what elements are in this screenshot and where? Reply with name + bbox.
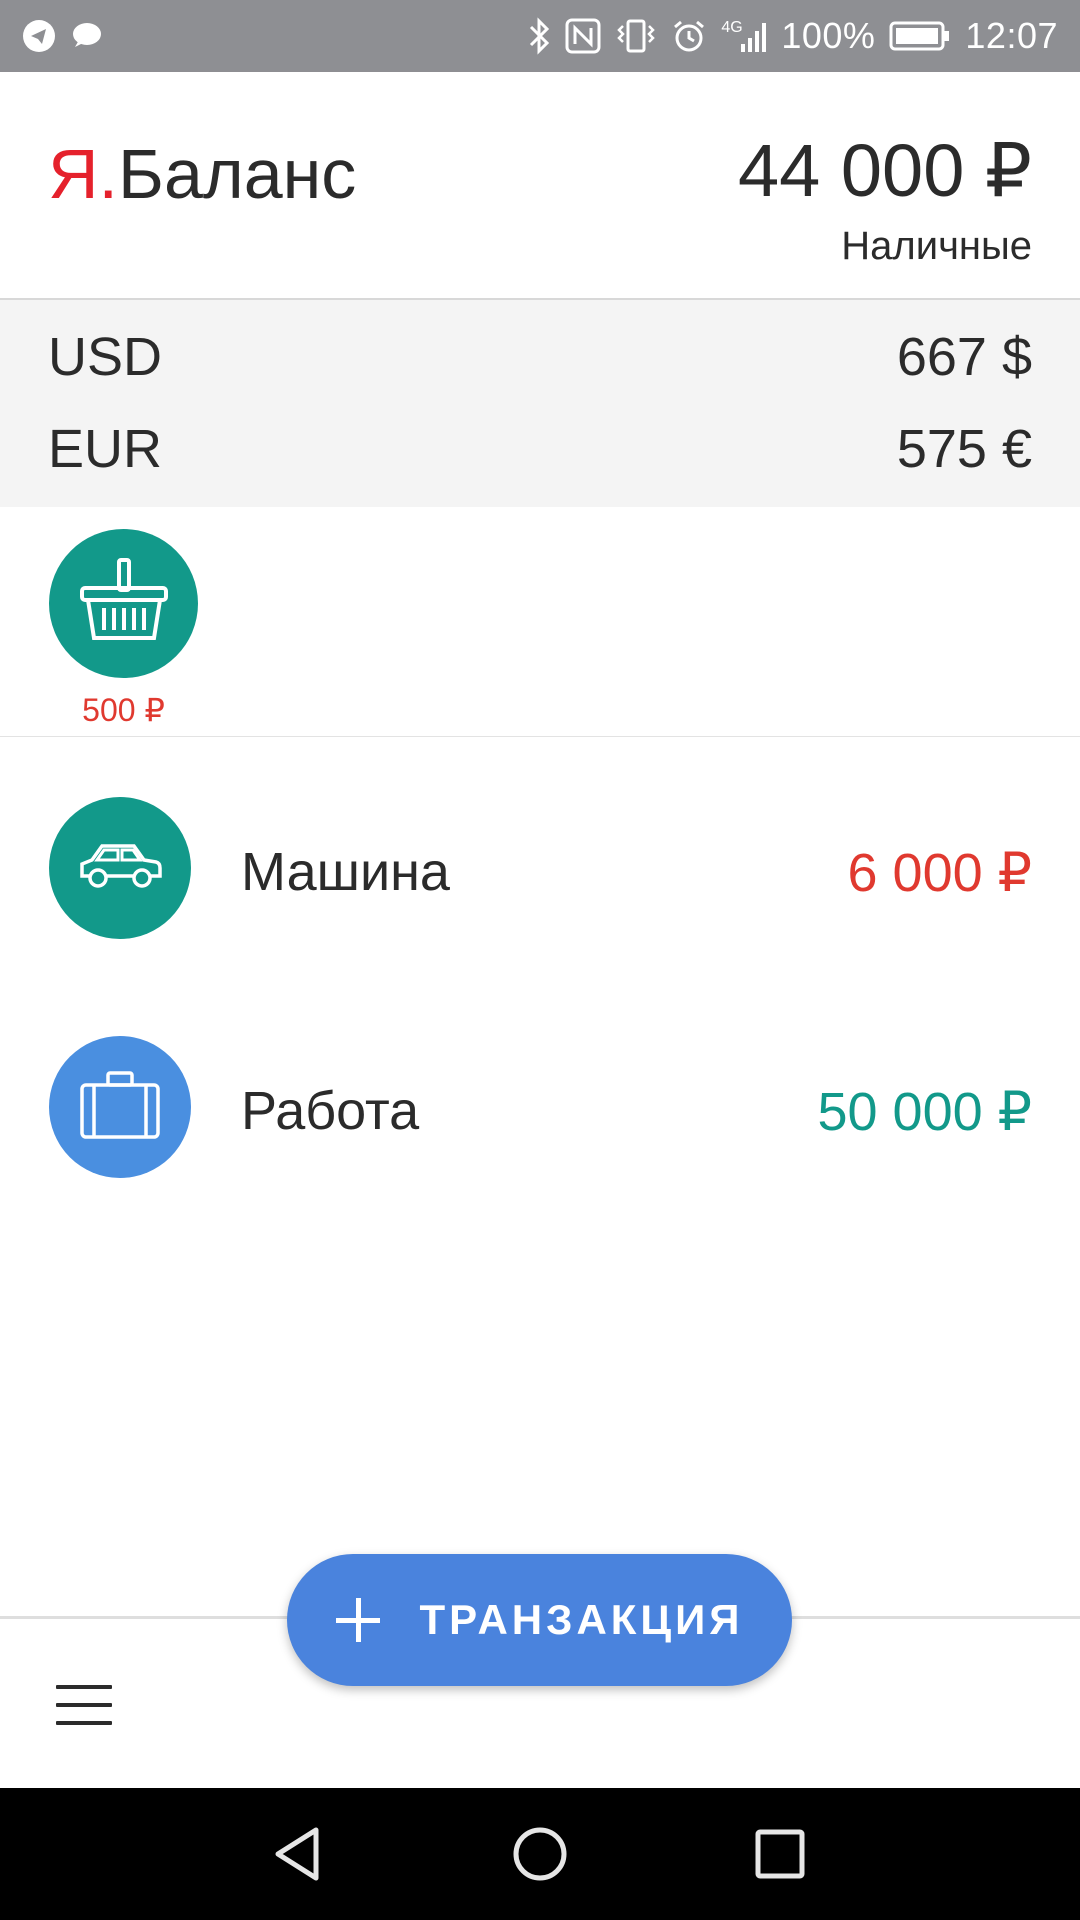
battery-icon: [889, 20, 951, 52]
expense-bubble-shopping[interactable]: [49, 529, 198, 678]
battery-percent: 100%: [781, 15, 876, 56]
list-item[interactable]: Работа 50 000 ₽: [0, 996, 1080, 1196]
currency-amount: 667 $: [896, 327, 1032, 387]
currency-code: EUR: [48, 419, 163, 479]
app-logo: Я.Баланс: [48, 134, 356, 214]
category-label: Работа: [241, 1081, 420, 1141]
currency-row-usd: USD 667 $: [48, 326, 1032, 406]
recents-icon[interactable]: [750, 1824, 810, 1884]
hamburger-menu-icon[interactable]: [56, 1685, 112, 1727]
total-balance[interactable]: 44 000 ₽: [738, 128, 1032, 214]
currency-row-eur: EUR 575 €: [48, 418, 1032, 498]
expense-bubble-amount: 500 ₽: [82, 692, 165, 728]
brand-name: Баланс: [118, 135, 357, 213]
status-left-icons: [22, 18, 102, 54]
balance-header: Я.Баланс 44 000 ₽ Наличные: [0, 72, 1080, 301]
system-nav-bar: [0, 1788, 1080, 1920]
clock: 12:07: [965, 15, 1058, 56]
vibrate-icon: [615, 18, 657, 54]
category-amount: 50 000 ₽: [817, 1082, 1032, 1142]
list-item[interactable]: Машина 6 000 ₽: [0, 757, 1080, 957]
back-icon[interactable]: [268, 1824, 328, 1884]
shopping-basket-icon: [78, 558, 170, 649]
add-transaction-label: ТРАНЗАКЦИЯ: [419, 1596, 744, 1643]
category-amount: 6 000 ₽: [847, 843, 1033, 903]
currency-amount: 575 €: [896, 419, 1032, 479]
category-icon-circle: [49, 797, 191, 939]
signal-icon: 4G: [721, 18, 767, 54]
chat-bubble-icon: [70, 21, 102, 51]
add-transaction-button[interactable]: ТРАНЗАКЦИЯ: [287, 1554, 792, 1686]
network-type: 4G: [721, 19, 743, 36]
currency-code: USD: [48, 327, 163, 387]
account-name[interactable]: Наличные: [841, 224, 1032, 269]
brand-prefix: Я.: [48, 135, 118, 213]
alarm-icon: [671, 18, 707, 54]
nfc-icon: [565, 18, 601, 54]
plus-icon: [335, 1598, 380, 1642]
category-label: Машина: [241, 842, 450, 902]
currency-list: USD 667 $ EUR 575 €: [0, 300, 1080, 507]
home-icon[interactable]: [510, 1824, 570, 1884]
briefcase-icon: [78, 1069, 162, 1146]
expense-bubbles: 500 ₽: [0, 507, 1080, 737]
status-bar: 4G 100% 12:07: [0, 0, 1080, 72]
bluetooth-icon: [527, 17, 551, 55]
status-right-icons: 4G 100% 12:07: [527, 10, 1058, 62]
category-icon-circle: [49, 1036, 191, 1178]
car-icon: [78, 840, 162, 897]
telegram-icon: [22, 19, 56, 53]
